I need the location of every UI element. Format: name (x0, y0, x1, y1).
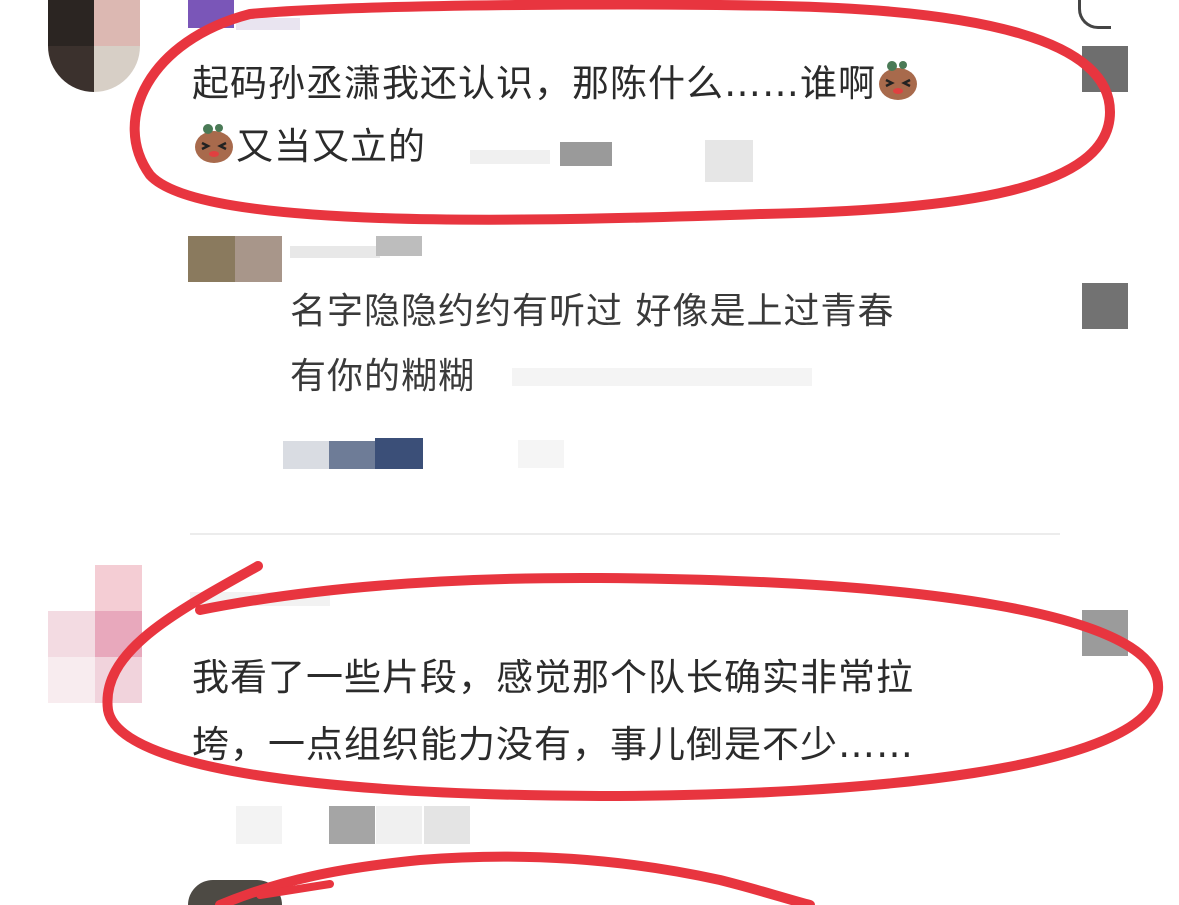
username-redacted (188, 0, 234, 28)
avatar[interactable] (188, 880, 282, 905)
avatar[interactable] (48, 565, 142, 705)
comment-text: 垮，一点组织能力没有，事儿倒是不少…… (192, 714, 914, 776)
pig-face-icon (876, 58, 920, 102)
comment-meta-redacted (376, 806, 422, 844)
reply-text: 有你的糊糊 (290, 346, 475, 408)
redacted-block (560, 142, 612, 166)
pig-face-icon (192, 121, 236, 165)
reply-line-2: 有你的糊糊 (290, 356, 476, 397)
comment-line-1: 我看了一些片段，感觉那个队长确实非常拉 (192, 656, 914, 699)
comment-text: 我看了一些片段，感觉那个队长确实非常拉 (192, 647, 914, 709)
redacted-block (705, 140, 753, 182)
reply-meta-redacted (283, 441, 329, 469)
redacted-block (470, 150, 550, 164)
username-redacted (236, 18, 300, 30)
avatar[interactable] (188, 236, 282, 282)
comment-meta-redacted (424, 806, 470, 844)
avatar[interactable] (48, 0, 140, 92)
like-icon[interactable] (1082, 46, 1128, 92)
comment-text: 又当又立的 (192, 116, 426, 178)
reply-text: 名字隐隐约约有听过 好像是上过青春 (290, 281, 894, 343)
username-redacted (290, 246, 380, 258)
username-redacted (190, 592, 330, 606)
username-redacted (376, 236, 422, 256)
divider (190, 533, 1060, 535)
annotation-stroke (215, 851, 815, 905)
reply-meta-redacted (329, 441, 375, 469)
reply-meta-redacted (518, 440, 564, 468)
comment-text: 起码孙丞潇我还认识，那陈什么……谁啊 (192, 53, 920, 115)
comment-meta-redacted (329, 806, 375, 844)
comment-line-2: 又当又立的 (236, 125, 426, 168)
redacted-block (512, 368, 812, 386)
comment-line-1: 起码孙丞潇我还认识，那陈什么……谁啊 (192, 62, 876, 105)
comment-line-2: 垮，一点组织能力没有，事儿倒是不少…… (192, 723, 914, 766)
like-icon[interactable] (1082, 610, 1128, 656)
reply-line-1: 名字隐隐约约有听过 好像是上过青春 (290, 291, 895, 332)
comment-meta-redacted (236, 806, 282, 844)
like-icon[interactable] (1082, 283, 1128, 329)
more-icon[interactable] (1078, 0, 1111, 29)
reply-meta-redacted (375, 438, 423, 469)
